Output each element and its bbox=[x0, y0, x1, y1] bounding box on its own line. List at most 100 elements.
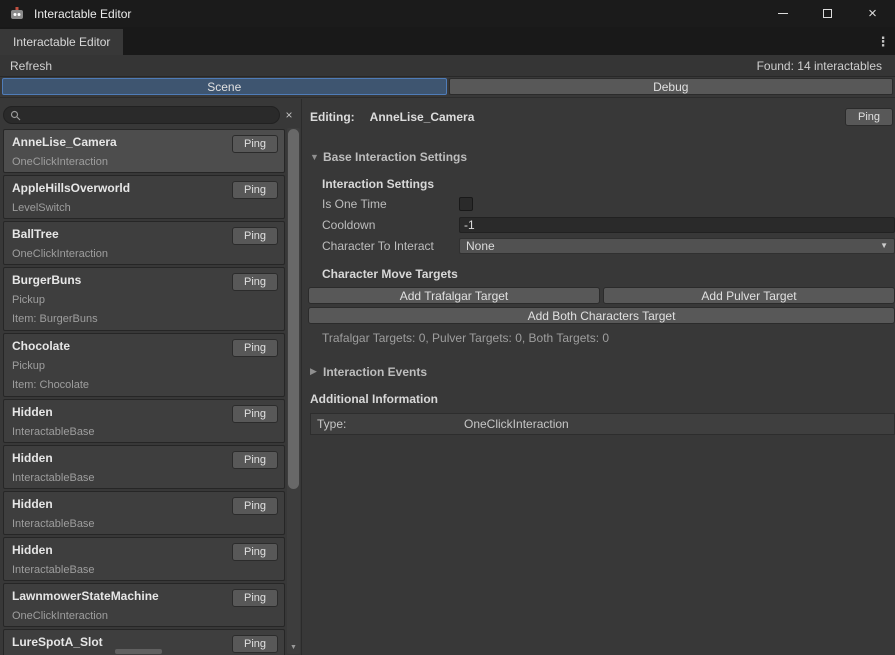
is-one-time-checkbox[interactable] bbox=[459, 197, 473, 211]
is-one-time-row: Is One Time bbox=[322, 195, 895, 212]
type-value: OneClickInteraction bbox=[464, 417, 569, 431]
item-type: InteractableBase bbox=[12, 518, 276, 530]
horizontal-scrollbar-thumb[interactable] bbox=[115, 649, 162, 654]
editing-target-name: AnneLise_Camera bbox=[370, 110, 475, 124]
item-type: OneClickInteraction bbox=[12, 610, 276, 622]
maximize-button[interactable] bbox=[805, 0, 850, 27]
list-item[interactable]: AppleHillsOverworld LevelSwitch Ping bbox=[3, 175, 285, 219]
titlebar: Interactable Editor × bbox=[0, 0, 895, 27]
kebab-menu-icon[interactable]: ⋮ bbox=[875, 33, 891, 51]
ping-button[interactable]: Ping bbox=[232, 497, 278, 515]
type-row: Type: OneClickInteraction bbox=[310, 413, 895, 435]
list-item[interactable]: AnneLise_Camera OneClickInteraction Ping bbox=[3, 129, 285, 173]
ping-button[interactable]: Ping bbox=[232, 451, 278, 469]
type-label: Type: bbox=[317, 417, 464, 431]
window-controls: × bbox=[760, 0, 895, 27]
item-type: LevelSwitch bbox=[12, 202, 276, 214]
foldout-label: Interaction Events bbox=[323, 365, 427, 379]
ping-button[interactable]: Ping bbox=[232, 635, 278, 653]
ping-button[interactable]: Ping bbox=[232, 543, 278, 561]
clear-search-button[interactable]: × bbox=[282, 106, 296, 124]
list-item[interactable]: Hidden InteractableBase Ping bbox=[3, 445, 285, 489]
tab-debug[interactable]: Debug bbox=[449, 78, 894, 95]
minimize-icon bbox=[778, 13, 788, 14]
ping-button[interactable]: Ping bbox=[232, 181, 278, 199]
search-icon bbox=[10, 110, 21, 121]
maximize-icon bbox=[823, 9, 832, 18]
list-item[interactable]: BurgerBuns Pickup Item: BurgerBuns Ping bbox=[3, 267, 285, 331]
foldout-base-interaction-settings[interactable]: ▼ Base Interaction Settings bbox=[310, 149, 895, 164]
app-window: Interactable Editor × Interactable Edito… bbox=[0, 0, 895, 655]
close-icon: × bbox=[868, 6, 877, 21]
targets-summary: Trafalgar Targets: 0, Pulver Targets: 0,… bbox=[322, 331, 895, 345]
list-item[interactable]: Chocolate Pickup Item: Chocolate Ping bbox=[3, 333, 285, 397]
item-type: Pickup bbox=[12, 294, 276, 306]
window-title: Interactable Editor bbox=[34, 7, 131, 21]
list-item[interactable]: Hidden InteractableBase Ping bbox=[3, 491, 285, 535]
additional-information-header: Additional Information bbox=[310, 392, 895, 406]
refresh-button[interactable]: Refresh bbox=[0, 57, 62, 75]
inspector-panel: Editing: AnneLise_Camera Ping ▼ Base Int… bbox=[302, 99, 895, 655]
list-item[interactable]: Hidden InteractableBase Ping bbox=[3, 399, 285, 443]
chevron-down-icon: ▼ bbox=[880, 241, 888, 250]
search-row: × bbox=[3, 106, 296, 124]
ping-button[interactable]: Ping bbox=[232, 135, 278, 153]
vertical-scrollbar[interactable]: ▼ bbox=[287, 128, 300, 654]
ping-button[interactable]: Ping bbox=[232, 339, 278, 357]
add-both-characters-target-button[interactable]: Add Both Characters Target bbox=[308, 307, 895, 324]
character-to-interact-label: Character To Interact bbox=[322, 239, 459, 253]
foldout-label: Base Interaction Settings bbox=[323, 150, 467, 164]
both-target-row: Add Both Characters Target bbox=[308, 307, 895, 324]
foldout-closed-icon: ▶ bbox=[310, 366, 323, 377]
cooldown-row: Cooldown -1 bbox=[322, 216, 895, 233]
interaction-settings-header: Interaction Settings bbox=[322, 177, 895, 191]
item-type: InteractableBase bbox=[12, 472, 276, 484]
ping-button[interactable]: Ping bbox=[232, 589, 278, 607]
character-to-interact-dropdown[interactable]: None ▼ bbox=[459, 238, 895, 254]
scroll-down-icon[interactable]: ▼ bbox=[287, 641, 300, 653]
is-one-time-label: Is One Time bbox=[322, 197, 459, 211]
sidebar: × AnneLise_Camera OneClickInteraction Pi… bbox=[0, 99, 302, 655]
tab-scene[interactable]: Scene bbox=[2, 78, 447, 95]
content: × AnneLise_Camera OneClickInteraction Pi… bbox=[0, 99, 895, 655]
item-extra: Item: Chocolate bbox=[12, 379, 276, 391]
search-input[interactable] bbox=[25, 109, 273, 121]
cooldown-label: Cooldown bbox=[322, 218, 459, 232]
foldout-open-icon: ▼ bbox=[310, 152, 323, 162]
list-item[interactable]: BallTree OneClickInteraction Ping bbox=[3, 221, 285, 265]
item-type: OneClickInteraction bbox=[12, 248, 276, 260]
close-button[interactable]: × bbox=[850, 0, 895, 27]
ping-button[interactable]: Ping bbox=[232, 227, 278, 245]
character-to-interact-row: Character To Interact None ▼ bbox=[322, 237, 895, 254]
cooldown-field[interactable]: -1 bbox=[459, 217, 895, 233]
item-extra: Item: BurgerBuns bbox=[12, 313, 276, 325]
character-move-targets-header: Character Move Targets bbox=[322, 267, 895, 281]
tab-interactable-editor[interactable]: Interactable Editor bbox=[0, 29, 123, 55]
dropdown-selected-value: None bbox=[466, 239, 495, 253]
toolbar: Refresh Found: 14 interactables bbox=[0, 55, 895, 77]
add-trafalgar-target-button[interactable]: Add Trafalgar Target bbox=[308, 287, 600, 304]
ping-button[interactable]: Ping bbox=[845, 108, 893, 126]
ping-button[interactable]: Ping bbox=[232, 405, 278, 423]
scrollbar-thumb[interactable] bbox=[288, 129, 299, 489]
add-pulver-target-button[interactable]: Add Pulver Target bbox=[603, 287, 895, 304]
search-field[interactable] bbox=[3, 106, 280, 124]
item-type: OneClickInteraction bbox=[12, 156, 276, 168]
cooldown-value: -1 bbox=[464, 218, 475, 232]
foldout-interaction-events[interactable]: ▶ Interaction Events bbox=[310, 364, 895, 379]
target-buttons-row: Add Trafalgar Target Add Pulver Target bbox=[308, 287, 895, 304]
found-count-label: Found: 14 interactables bbox=[757, 59, 882, 73]
editing-label: Editing: bbox=[310, 110, 355, 124]
list-item[interactable]: LawnmowerStateMachine OneClickInteractio… bbox=[3, 583, 285, 627]
doc-tabstrip: Interactable Editor ⋮ bbox=[0, 27, 895, 55]
item-type: InteractableBase bbox=[12, 564, 276, 576]
minimize-button[interactable] bbox=[760, 0, 805, 27]
editing-row: Editing: AnneLise_Camera Ping bbox=[310, 108, 895, 126]
list-item[interactable]: Hidden InteractableBase Ping bbox=[3, 537, 285, 581]
ping-button[interactable]: Ping bbox=[232, 273, 278, 291]
item-type: InteractableBase bbox=[12, 426, 276, 438]
interactable-list: AnneLise_Camera OneClickInteraction Ping… bbox=[3, 129, 285, 655]
view-tabs: Scene Debug bbox=[0, 77, 895, 98]
item-type: Pickup bbox=[12, 360, 276, 372]
app-icon bbox=[9, 6, 25, 22]
